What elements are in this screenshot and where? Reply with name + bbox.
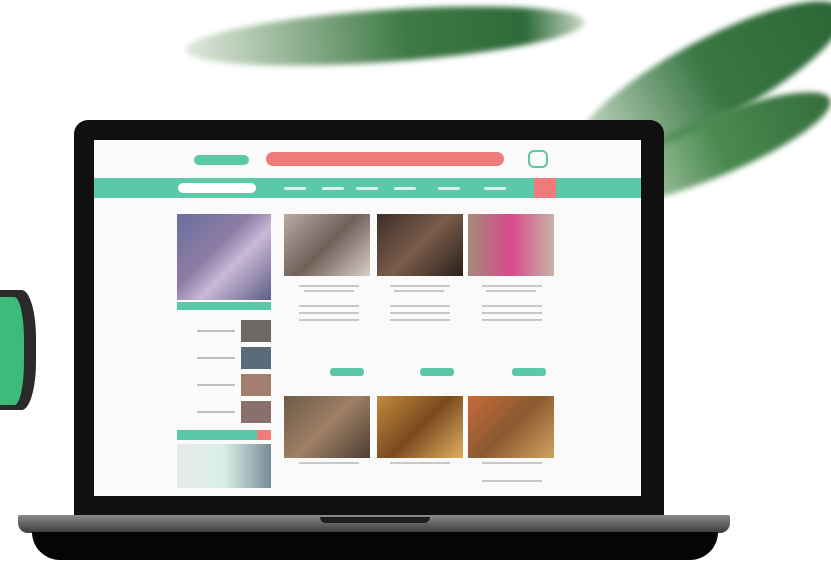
brand-mark-icon[interactable] [528,150,548,168]
sidebar-thumbnail[interactable] [241,401,271,423]
article-excerpt-line [299,305,359,307]
article-image[interactable] [377,214,463,276]
read-more-button[interactable] [420,368,454,376]
article-image[interactable] [377,396,463,458]
article-excerpt-line [482,319,542,321]
sidebar-item-text [197,357,235,359]
article-image[interactable] [284,214,370,276]
article-title-line[interactable] [390,285,450,287]
sidebar-item[interactable] [177,347,271,371]
sidebar-featured-image[interactable] [177,214,271,300]
sidebar-item[interactable] [177,401,271,425]
laptop-shadow [32,532,718,560]
article-title-line[interactable] [299,462,359,464]
nav-item[interactable] [438,187,460,190]
article-excerpt-line [299,319,359,321]
leaf-decoration [183,0,587,76]
nav-item[interactable] [322,187,344,190]
laptop-hinge-notch [320,517,430,523]
read-more-button[interactable] [512,368,546,376]
article-excerpt-line [482,312,542,314]
article-excerpt-line [299,312,359,314]
article-title-line[interactable] [304,290,354,292]
sidebar-item-text [197,330,235,332]
article-image[interactable] [284,396,370,458]
nav-item[interactable] [484,187,506,190]
header-banner[interactable] [266,152,504,166]
article-title-line[interactable] [390,462,450,464]
article-title-line[interactable] [486,290,536,292]
article-excerpt-line [390,305,450,307]
sidebar-section-tag [257,430,271,440]
sidebar-item-text [197,384,235,386]
logo-icon[interactable] [194,155,249,165]
article-title-line[interactable] [482,285,542,287]
article-title-line[interactable] [394,290,444,292]
sidebar-thumbnail[interactable] [241,374,271,396]
laptop-screen [94,140,641,496]
sidebar-thumbnail[interactable] [241,320,271,342]
article-title-line[interactable] [299,285,359,287]
nav-item-highlight[interactable] [534,178,556,198]
search-input[interactable] [178,183,256,193]
sidebar-caption-bar [177,302,271,310]
plant-leaf [0,297,24,405]
nav-item[interactable] [356,187,378,190]
article-image[interactable] [468,214,554,276]
article-image[interactable] [468,396,554,458]
read-more-button[interactable] [330,368,364,376]
article-excerpt-line [390,312,450,314]
article-excerpt-line [482,305,542,307]
site-header [94,140,641,176]
sidebar-item-text [197,411,235,413]
sidebar-item[interactable] [177,320,271,344]
sidebar-item[interactable] [177,374,271,398]
sidebar-thumbnail[interactable] [241,347,271,369]
nav-item[interactable] [394,187,416,190]
article-title-line[interactable] [482,462,542,464]
sidebar-ad-banner[interactable] [177,444,271,488]
nav-item[interactable] [284,187,306,190]
article-excerpt-line [390,319,450,321]
article-excerpt-line [482,480,542,482]
